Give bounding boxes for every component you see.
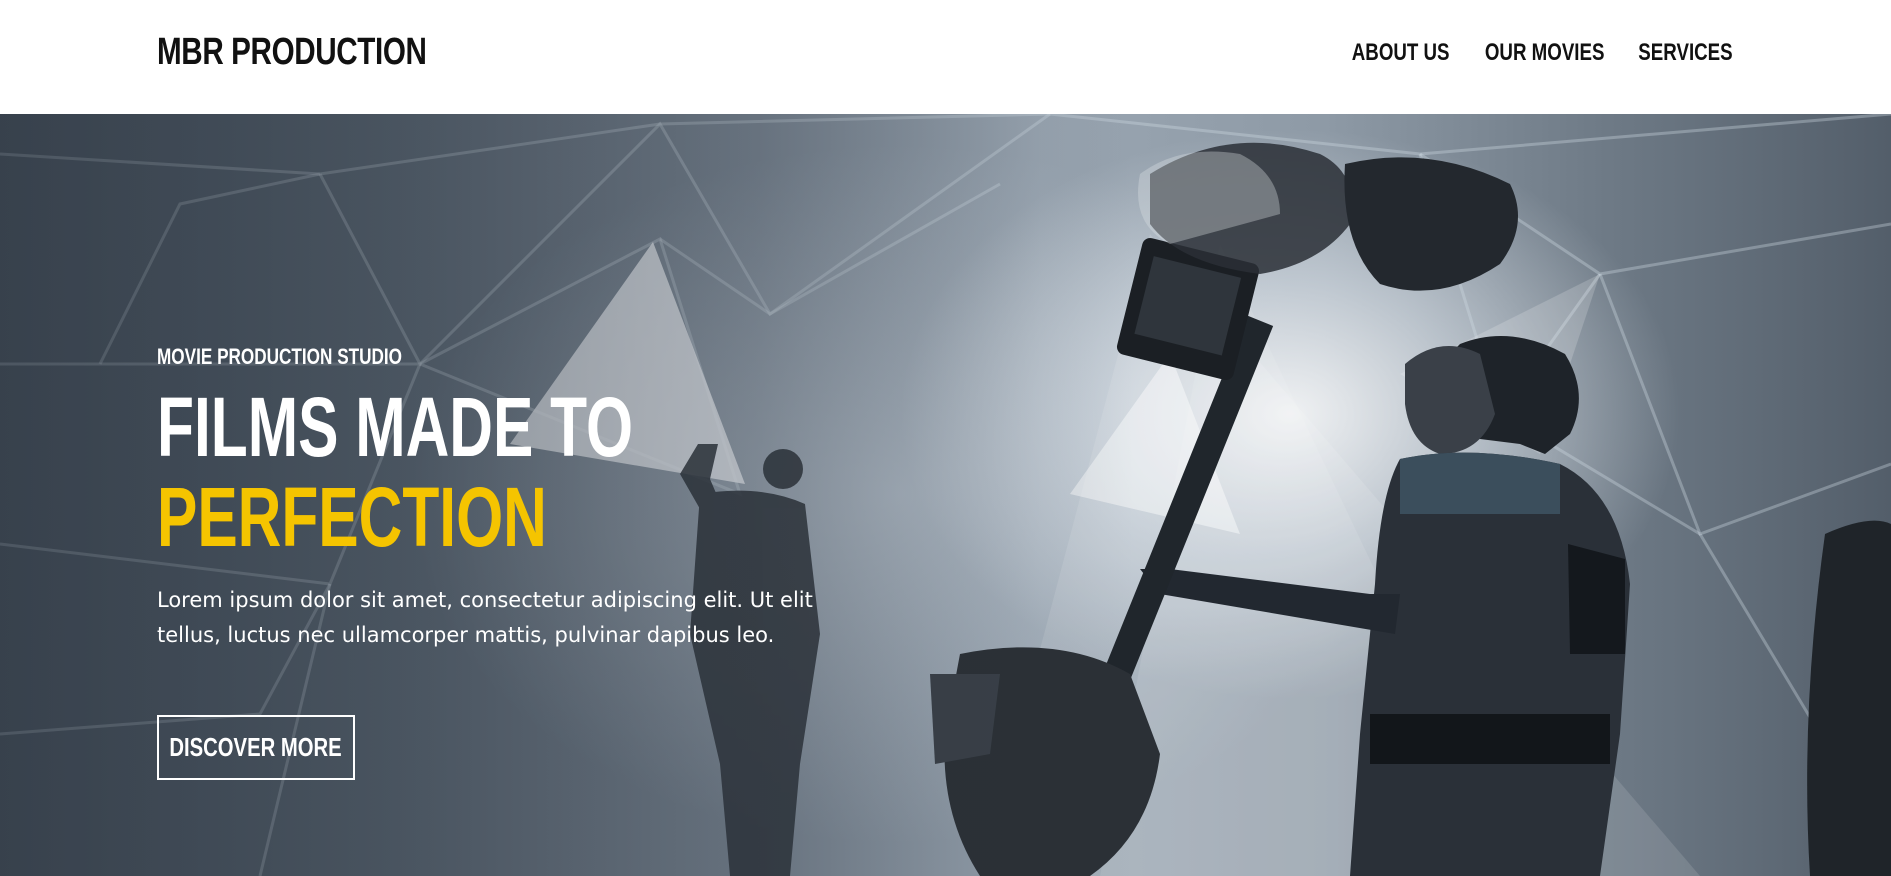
hero-headline-line1: FILMS MADE TO [157,380,633,474]
discover-more-label: DISCOVER MORE [169,732,343,762]
hero-section: MOVIE PRODUCTION STUDIO FILMS MADE TO PE… [0,114,1891,876]
hero-headline: FILMS MADE TO PERFECTION [157,382,633,562]
discover-more-button[interactable]: DISCOVER MORE [157,715,355,780]
nav-services[interactable]: SERVICES [1638,36,1732,70]
nav-about-us[interactable]: ABOUT US [1352,36,1450,70]
site-logo[interactable]: MBR PRODUCTION [157,26,427,78]
nav-our-movies[interactable]: OUR MOVIES [1485,36,1605,70]
hero-headline-accent: PERFECTION [157,470,547,564]
hero-eyebrow: MOVIE PRODUCTION STUDIO [157,344,403,369]
site-header: MBR PRODUCTION ABOUT US OUR MOVIES SERVI… [0,0,1891,114]
main-nav: ABOUT US OUR MOVIES SERVICES [1348,36,1736,70]
hero-description: Lorem ipsum dolor sit amet, consectetur … [157,588,813,647]
